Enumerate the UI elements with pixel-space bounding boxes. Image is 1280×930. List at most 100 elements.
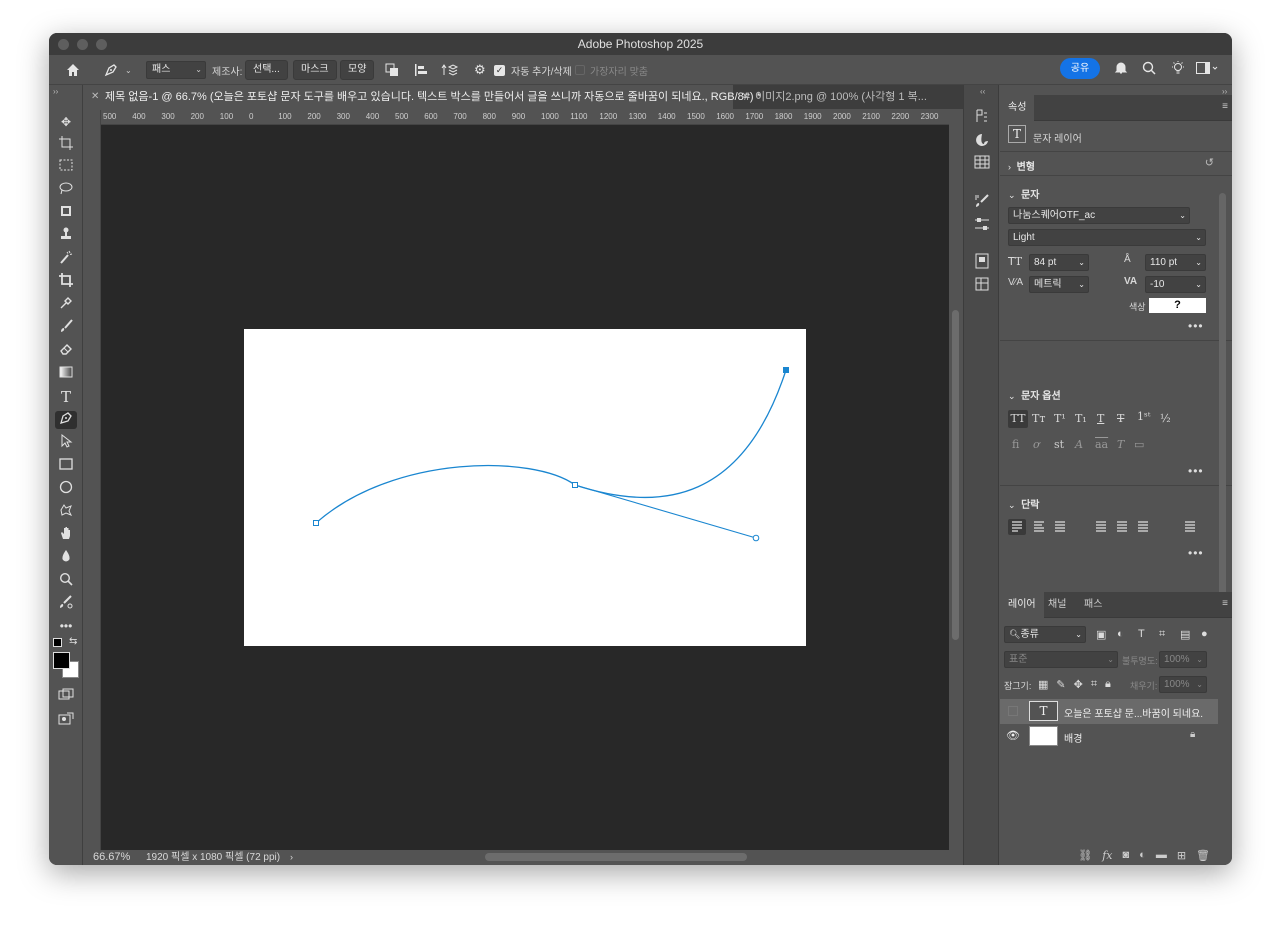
quick-mask-icon[interactable] (57, 687, 75, 705)
make-selection-button[interactable]: 선택... (245, 60, 288, 80)
type-tool-icon[interactable]: T (57, 388, 75, 406)
add-mask-icon[interactable]: ◙ (1123, 849, 1130, 861)
trash-icon[interactable]: 🗑︎ (1196, 849, 1210, 862)
pen-tool-icon[interactable] (55, 411, 77, 429)
canvas-area[interactable] (101, 125, 949, 850)
ellipse-tool-icon[interactable] (57, 480, 75, 498)
layer-row-background[interactable]: 👁︎ 배경 🔒︎ (1000, 724, 1218, 749)
tracking-field[interactable]: -10 ⌄ (1145, 276, 1206, 293)
layer-row-text[interactable]: T 오늘은 포토샵 문...바꿈이 되네요. (1000, 699, 1218, 724)
window-controls[interactable] (58, 39, 107, 50)
titling-alternates-icon[interactable]: aa (1095, 438, 1108, 451)
close-tab-icon[interactable]: ✕ (741, 85, 749, 109)
tab-layers[interactable]: 레이어 (1000, 592, 1044, 618)
align-right-icon[interactable] (1051, 519, 1069, 535)
more-options-icon[interactable]: ••• (1188, 546, 1204, 560)
make-shape-button[interactable]: 모양 (340, 60, 375, 80)
justify-last-right-icon[interactable] (1134, 519, 1152, 535)
filter-pixel-icon[interactable]: ▣ (1096, 628, 1106, 641)
filter-shape-icon[interactable]: ⌗ (1159, 628, 1165, 641)
path-curve[interactable] (315, 369, 787, 524)
move-tool-icon[interactable]: ✥ (57, 113, 75, 131)
tab-document-1[interactable]: ✕ 제목 없음-1 @ 66.7% (오늘은 포토샵 문자 도구를 배우고 있습… (83, 85, 761, 109)
justify-all-icon[interactable] (1181, 519, 1199, 535)
text-color-swatch[interactable]: ? (1149, 298, 1206, 313)
tab-document-2[interactable]: ✕ 이미지2.png @ 100% (사각형 1 복... (733, 85, 963, 109)
lock-all-icon[interactable]: 🔒︎ (1105, 678, 1111, 691)
search-icon[interactable] (1142, 61, 1156, 78)
brush-tool-icon[interactable] (57, 319, 75, 337)
eraser-tool-icon[interactable] (57, 342, 75, 360)
eye-icon[interactable]: 👁︎ (1006, 729, 1020, 742)
blur-tool-icon[interactable] (57, 549, 75, 567)
path-selection-icon[interactable] (57, 433, 75, 452)
more-options-icon[interactable]: ••• (1188, 319, 1204, 333)
close-tab-icon[interactable]: ✕ (91, 85, 99, 109)
superscript-icon[interactable]: T¹ (1054, 412, 1066, 425)
reset-icon[interactable]: ↺ (1205, 156, 1214, 169)
tab-channels[interactable]: 채널 (1040, 592, 1074, 618)
zoom-readout[interactable]: 66.67% (93, 850, 130, 865)
brushes-icon[interactable] (974, 193, 990, 209)
visibility-toggle[interactable] (1008, 706, 1018, 716)
folder-icon[interactable]: ▬ (1156, 849, 1167, 861)
direction-handle[interactable] (752, 534, 760, 542)
adjustments-icon[interactable] (974, 217, 990, 233)
filter-type-icon[interactable]: T (1138, 628, 1145, 640)
anchor-point-start[interactable] (313, 520, 319, 526)
adjustment-layer-icon[interactable]: ◐ (1139, 849, 1146, 861)
gradient-tool-icon[interactable] (57, 365, 75, 383)
rectangle-tool-icon[interactable] (57, 457, 75, 475)
ligatures-icon[interactable]: ﬁ (1012, 438, 1019, 451)
layer-name[interactable]: 배경 (1064, 730, 1082, 745)
ordinals-alt-icon[interactable]: ▭ (1134, 438, 1144, 451)
marquee-tool-icon[interactable] (57, 158, 75, 176)
filter-adjustment-icon[interactable]: ◐ (1117, 628, 1124, 640)
make-mask-button[interactable]: 마스크 (293, 60, 337, 80)
vertical-scroll-thumb[interactable] (952, 310, 959, 640)
stamp-tool-icon[interactable] (57, 227, 75, 245)
font-size-field[interactable]: 84 pt ⌄ (1029, 254, 1089, 271)
justify-last-center-icon[interactable] (1113, 519, 1131, 535)
ordinals-icon[interactable]: 1ˢᵗ (1137, 410, 1150, 423)
collapse-icon[interactable]: ‹‹ (980, 87, 985, 96)
close-window-button[interactable] (58, 39, 69, 50)
lock-transparency-icon[interactable]: ▦ (1038, 678, 1048, 691)
zoom-tool-icon[interactable] (57, 572, 75, 590)
lightbulb-icon[interactable] (1170, 60, 1186, 79)
layer-filter-dropdown[interactable]: 🔍︎종류 ⌄ (1004, 626, 1086, 643)
stylistic-alternates-icon[interactable]: T (1117, 438, 1124, 451)
document-canvas[interactable] (244, 329, 806, 646)
font-style-dropdown[interactable]: Light ⌄ (1008, 229, 1206, 246)
default-colors-icon[interactable] (53, 638, 62, 647)
justify-last-left-icon[interactable] (1092, 519, 1110, 535)
anchor-point-end[interactable] (783, 367, 789, 373)
swap-colors-icon[interactable]: ⇆ (69, 636, 77, 647)
filter-toggle-icon[interactable]: ● (1201, 628, 1208, 640)
crop-tool-icon[interactable] (57, 273, 75, 291)
small-caps-icon[interactable]: Tт (1032, 412, 1045, 425)
lasso-tool-icon[interactable] (57, 181, 75, 199)
vertical-scrollbar[interactable] (949, 110, 963, 850)
strikethrough-icon[interactable]: T (1117, 412, 1124, 425)
share-button[interactable]: 공유 (1060, 58, 1100, 79)
color-icon[interactable] (974, 132, 990, 148)
opacity-field[interactable]: 100% ⌄ (1159, 651, 1207, 668)
bell-icon[interactable] (1114, 61, 1128, 78)
new-layer-icon[interactable]: ⊞ (1177, 849, 1186, 862)
pen-tool-preset-icon[interactable]: ⌄ (103, 59, 132, 81)
document-size-info[interactable]: 1920 픽셀 x 1080 픽셀 (72 ppi) (146, 850, 280, 865)
history-icon[interactable] (974, 108, 990, 124)
properties-icon[interactable] (974, 277, 990, 293)
historical-ligatures-icon[interactable]: st (1054, 438, 1064, 451)
workspace-icon[interactable] (1196, 62, 1218, 77)
filter-smart-object-icon[interactable]: ▤ (1180, 628, 1190, 641)
anchor-point-mid[interactable] (572, 482, 578, 488)
horizontal-scroll-thumb[interactable] (485, 853, 747, 861)
path-alignment-icon[interactable] (414, 59, 428, 81)
home-icon[interactable] (65, 59, 81, 81)
fill-field[interactable]: 100% ⌄ (1159, 676, 1207, 693)
blend-mode-dropdown[interactable]: 표준 ⌄ (1004, 651, 1118, 668)
gear-icon[interactable]: ⚙ (474, 59, 486, 81)
section-paragraph[interactable]: ⌄ 단락 (1008, 496, 1040, 511)
